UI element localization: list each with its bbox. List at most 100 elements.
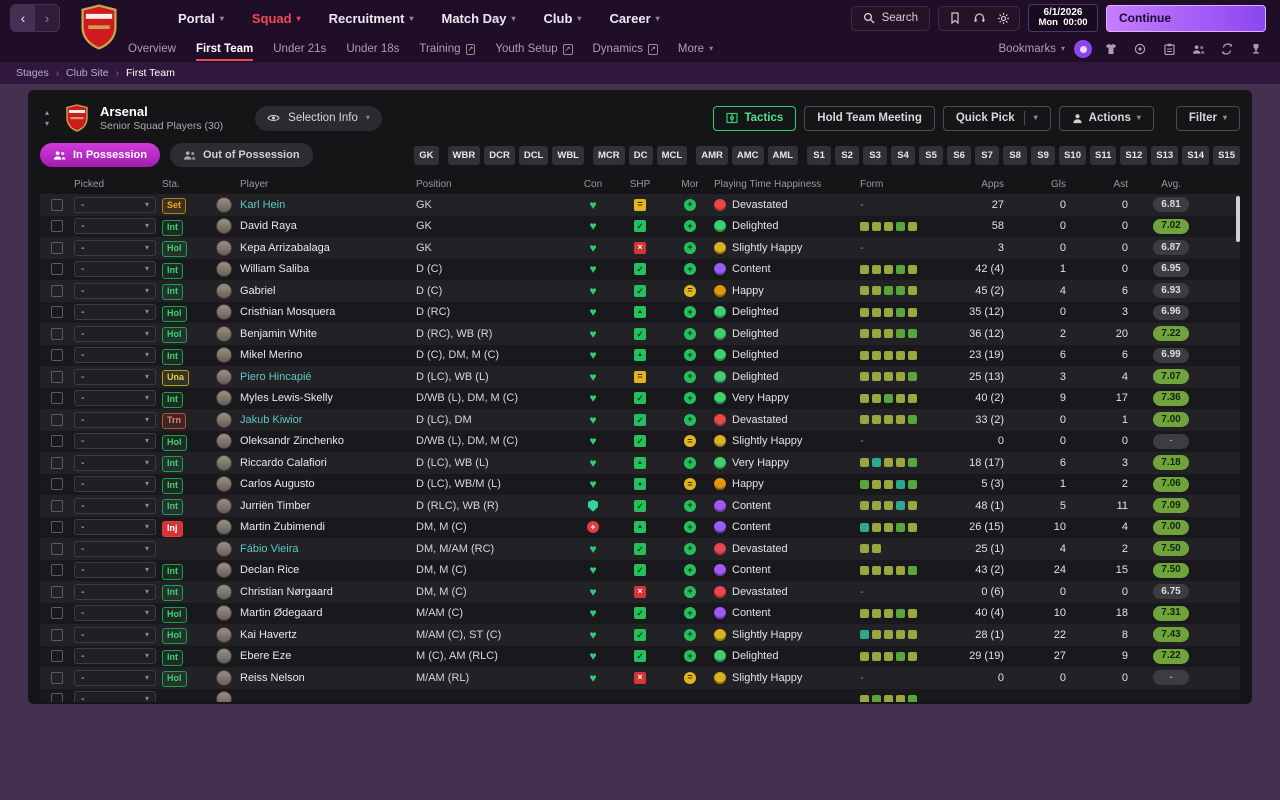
picked-select[interactable]: - ▾: [74, 239, 156, 256]
bookmarks-dropdown[interactable]: Bookmarks ▾: [998, 43, 1065, 55]
player-name[interactable]: David Raya: [240, 220, 416, 232]
breadcrumb-item-club-site[interactable]: Club Site: [66, 67, 109, 79]
player-name[interactable]: Fábio Vieira: [240, 543, 416, 555]
row-checkbox[interactable]: [51, 392, 63, 405]
row-checkbox[interactable]: [51, 198, 63, 211]
picked-select[interactable]: - ▾: [74, 261, 156, 278]
collapse-up-icon[interactable]: ▴: [45, 108, 49, 117]
picked-select[interactable]: - ▾: [74, 626, 156, 643]
row-checkbox[interactable]: [51, 499, 63, 512]
position-filter-wbl[interactable]: WBL: [552, 145, 584, 165]
player-name[interactable]: Myles Lewis-Skelly: [240, 392, 416, 404]
player-name[interactable]: Riccardo Calafiori: [240, 457, 416, 469]
picked-select[interactable]: - ▾: [74, 691, 156, 702]
column-header-shp[interactable]: SHP: [614, 179, 666, 190]
position-filter-dcr[interactable]: DCR: [484, 145, 515, 165]
column-header-picked[interactable]: Picked: [74, 179, 162, 190]
row-checkbox[interactable]: [51, 327, 63, 340]
breadcrumb-item-stages[interactable]: Stages: [16, 67, 49, 79]
player-name[interactable]: William Saliba: [240, 263, 416, 275]
position-filter-s12[interactable]: S12: [1120, 145, 1148, 165]
scrollbar-thumb[interactable]: [1236, 196, 1240, 242]
ball-icon[interactable]: [1130, 39, 1150, 59]
position-filter-s10[interactable]: S10: [1059, 145, 1086, 165]
continue-button[interactable]: Continue: [1106, 4, 1266, 32]
quick-pick-button[interactable]: Quick Pick ▾: [942, 105, 1051, 131]
row-checkbox[interactable]: [51, 220, 63, 233]
player-name[interactable]: Jakub Kiwior: [240, 414, 416, 426]
menu-item-match-day[interactable]: Match Day ▾: [441, 11, 515, 26]
row-checkbox[interactable]: [51, 263, 63, 276]
player-name[interactable]: Cristhian Mosquera: [240, 306, 416, 318]
position-filter-dc[interactable]: DC: [628, 145, 653, 165]
player-name[interactable]: Carlos Augusto: [240, 478, 416, 490]
player-name[interactable]: Benjamin White: [240, 328, 416, 340]
picked-select[interactable]: - ▾: [74, 411, 156, 428]
menu-item-portal[interactable]: Portal ▾: [178, 11, 224, 26]
player-name[interactable]: Martin Ødegaard: [240, 607, 416, 619]
settings-gear-icon[interactable]: [991, 7, 1015, 30]
position-filter-s3[interactable]: S3: [863, 145, 888, 165]
club-crest-icon[interactable]: [76, 4, 122, 50]
trophy-icon[interactable]: [1246, 39, 1266, 59]
subnav-item-youth-setup[interactable]: Youth Setup ↗: [495, 36, 573, 62]
forward-button[interactable]: ›: [35, 5, 59, 31]
position-filter-s2[interactable]: S2: [835, 145, 860, 165]
column-header-player[interactable]: Player: [240, 179, 416, 190]
position-filter-dcl[interactable]: DCL: [518, 145, 549, 165]
picked-select[interactable]: - ▾: [74, 540, 156, 557]
player-name[interactable]: Jurriën Timber: [240, 500, 416, 512]
row-checkbox[interactable]: [51, 435, 63, 448]
row-checkbox[interactable]: [51, 284, 63, 297]
row-checkbox[interactable]: [51, 370, 63, 383]
picked-select[interactable]: - ▾: [74, 476, 156, 493]
picked-select[interactable]: - ▾: [74, 497, 156, 514]
filter-button[interactable]: Filter ▾: [1175, 105, 1240, 131]
picked-select[interactable]: - ▾: [74, 519, 156, 536]
player-name[interactable]: Karl Hein: [240, 199, 416, 211]
column-header-playing-time-happiness[interactable]: Playing Time Happiness: [714, 179, 860, 190]
column-header-sta[interactable]: Sta.: [162, 179, 208, 190]
bookmark-flag-icon[interactable]: [943, 7, 967, 30]
column-header-apps[interactable]: Apps: [952, 179, 1014, 190]
picked-select[interactable]: - ▾: [74, 282, 156, 299]
row-checkbox[interactable]: [51, 349, 63, 362]
row-checkbox[interactable]: [51, 241, 63, 254]
position-filter-s13[interactable]: S13: [1151, 145, 1179, 165]
row-checkbox[interactable]: [51, 306, 63, 319]
selection-info-dropdown[interactable]: Selection Info ▾: [255, 105, 382, 131]
back-button[interactable]: ‹: [11, 5, 35, 31]
row-checkbox[interactable]: [51, 456, 63, 469]
position-filter-s8[interactable]: S8: [1003, 145, 1028, 165]
position-filter-wbr[interactable]: WBR: [447, 145, 481, 165]
picked-select[interactable]: - ▾: [74, 218, 156, 235]
actions-button[interactable]: Actions ▾: [1058, 105, 1154, 131]
subnav-item-training[interactable]: Training ↗: [419, 36, 476, 62]
profile-badge[interactable]: [1074, 40, 1092, 58]
subnav-item-first-team[interactable]: First Team: [195, 36, 254, 62]
picked-select[interactable]: - ▾: [74, 390, 156, 407]
kit-icon[interactable]: [1101, 39, 1121, 59]
player-name[interactable]: Gabriel: [240, 285, 416, 297]
subnav-item-more[interactable]: More ▾: [678, 36, 713, 62]
in-possession-toggle[interactable]: In Possession: [40, 143, 160, 167]
menu-item-club[interactable]: Club ▾: [544, 11, 582, 26]
picked-select[interactable]: - ▾: [74, 196, 156, 213]
menu-item-career[interactable]: Career ▾: [609, 11, 659, 26]
position-filter-mcr[interactable]: MCR: [593, 145, 625, 165]
position-filter-s1[interactable]: S1: [807, 145, 832, 165]
player-name[interactable]: Martin Zubimendi: [240, 521, 416, 533]
breadcrumb-item-first-team[interactable]: First Team: [126, 67, 175, 79]
picked-select[interactable]: - ▾: [74, 562, 156, 579]
player-name[interactable]: Piero Hincapié: [240, 371, 416, 383]
hold-team-meeting-button[interactable]: Hold Team Meeting: [804, 105, 935, 131]
position-filter-s14[interactable]: S14: [1182, 145, 1210, 165]
player-name[interactable]: Ebere Eze: [240, 650, 416, 662]
column-header-position[interactable]: Position: [416, 179, 572, 190]
picked-select[interactable]: - ▾: [74, 583, 156, 600]
player-name[interactable]: Kepa Arrizabalaga: [240, 242, 416, 254]
position-filter-s6[interactable]: S6: [947, 145, 972, 165]
column-header-mor[interactable]: Mor: [666, 179, 714, 190]
picked-select[interactable]: - ▾: [74, 433, 156, 450]
player-name[interactable]: Reiss Nelson: [240, 672, 416, 684]
